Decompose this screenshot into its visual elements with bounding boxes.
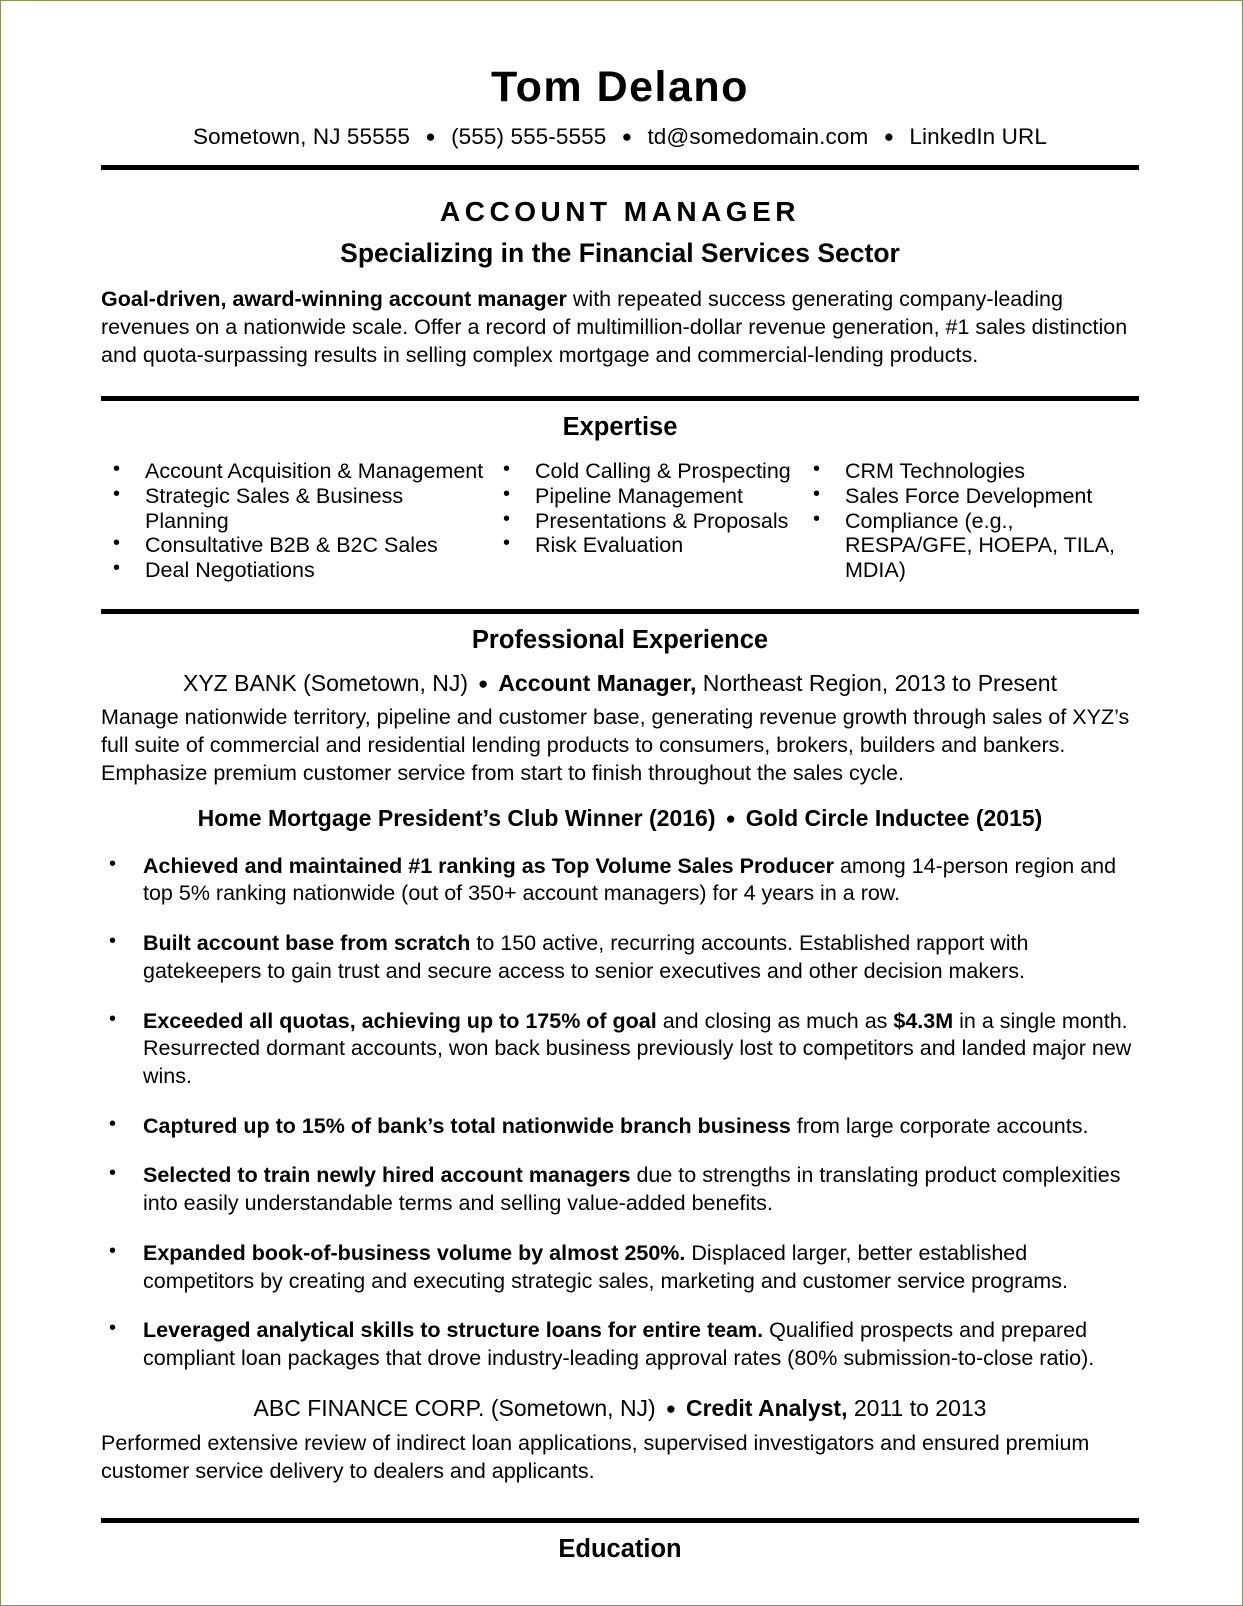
job1-description: Manage nationwide territory, pipeline an… [101, 705, 1130, 785]
contact-linkedin[interactable]: LinkedIn URL [909, 124, 1047, 149]
expertise-list-1: Account Acquisition & Management Strateg… [101, 458, 491, 583]
bullet-separator-icon: ● [883, 127, 895, 147]
list-item: Sales Force Development [801, 483, 1139, 509]
job1-achievement-list: Achieved and maintained #1 ranking as To… [101, 852, 1139, 1373]
achievement-lead: Selected to train newly hired account ma… [143, 1163, 631, 1188]
achievement-body: and closing as much as [656, 1008, 894, 1033]
professional-summary: Goal-driven, award-winning account manag… [101, 286, 1139, 369]
contact-location: Sometown, NJ 55555 [193, 124, 410, 150]
resume-page: Tom Delano Sometown, NJ 55555 ● (555) 55… [0, 0, 1243, 1606]
job-header-2: ABC FINANCE CORP. (Sometown, NJ) ● Credit … [101, 1395, 1139, 1422]
achievement-lead: Leveraged analytical skills to structure… [143, 1318, 764, 1343]
summary-lead-bold: Goal-driven, award-winning account manag… [101, 287, 567, 312]
expertise-columns: Account Acquisition & Management Strateg… [101, 458, 1139, 583]
list-item: Captured up to 15% of bank’s total natio… [101, 1112, 1139, 1141]
achievement-highlight: $4.3M [893, 1008, 954, 1033]
bullet-separator-icon: ● [665, 1398, 676, 1418]
job1-awards: Home Mortgage President’s Club Winner (2… [101, 805, 1139, 832]
candidate-name: Tom Delano [491, 63, 749, 111]
expertise-divider [101, 396, 1139, 402]
target-job-subtitle: Specializing in the Financial Services S… [340, 238, 900, 269]
achievement-body: from large corporate accounts. [790, 1113, 1089, 1138]
list-item: Account Acquisition & Management [101, 458, 491, 484]
achievement-lead: Achieved and maintained #1 ranking as To… [143, 853, 834, 878]
list-item: Consultative B2B & B2C Sales [101, 532, 491, 558]
target-job-title: ACCOUNT MANAGER [440, 196, 800, 228]
job-header-1: XYZ BANK (Sometown, NJ) ● Account Manager,… [101, 670, 1139, 697]
contact-line: Sometown, NJ 55555 ● (555) 555-5555 ● td… [101, 124, 1139, 150]
job2-role-detail: 2011 to 2013 [847, 1394, 987, 1421]
job1-role-detail: Northeast Region, 2013 to Present [696, 670, 1057, 697]
list-item: Strategic Sales & Business Planning [101, 483, 491, 533]
expertise-column-3: CRM Technologies Sales Force Development… [801, 458, 1139, 583]
resume-content: Tom Delano Sometown, NJ 55555 ● (555) 55… [101, 1, 1139, 1564]
achievement-lead: Captured up to 15% of bank’s total natio… [143, 1113, 791, 1138]
list-item: Presentations & Proposals [491, 508, 801, 534]
expertise-list-2: Cold Calling & Prospecting Pipeline Mana… [491, 458, 801, 558]
experience-divider [101, 609, 1139, 615]
section-heading-experience: Professional Experience [471, 626, 769, 655]
achievement-lead: Expanded book-of-business volume by almo… [143, 1240, 686, 1265]
expertise-column-2: Cold Calling & Prospecting Pipeline Mana… [491, 458, 801, 582]
job2-company: ABC FINANCE CORP. (Sometown, NJ) [253, 1394, 656, 1421]
expertise-list-3: CRM Technologies Sales Force Development… [801, 458, 1139, 583]
list-item: Selected to train newly hired account ma… [101, 1161, 1139, 1217]
job2-role: Credit Analyst, [686, 1394, 848, 1421]
contact-phone: (555) 555-5555 [451, 124, 607, 150]
list-item: Compliance (e.g., RESPA/GFE, HOEPA, TILA… [801, 508, 1139, 583]
list-item: Leveraged analytical skills to structure… [101, 1316, 1139, 1372]
job2-description: Performed extensive review of indirect l… [101, 1430, 1090, 1483]
header-divider [101, 165, 1139, 171]
contact-email[interactable]: td@somedomain.com [647, 124, 868, 149]
achievement-lead: Built account base from scratch [143, 931, 471, 956]
award-1: Home Mortgage President’s Club Winner (2… [197, 804, 716, 831]
list-item: Achieved and maintained #1 ranking as To… [101, 852, 1139, 908]
expertise-column-1: Account Acquisition & Management Strateg… [101, 458, 491, 583]
bullet-separator-icon: ● [725, 808, 736, 828]
list-item: Pipeline Management [491, 483, 801, 509]
list-item: Cold Calling & Prospecting [491, 458, 801, 484]
list-item: Exceeded all quotas, achieving up to 175… [101, 1007, 1139, 1091]
list-item: Deal Negotiations [101, 557, 491, 583]
job1-role: Account Manager, [498, 670, 697, 697]
bullet-separator-icon: ● [621, 127, 633, 147]
education-divider [101, 1518, 1139, 1524]
achievement-lead: Exceeded all quotas, achieving up to 175… [143, 1008, 657, 1033]
section-heading-education: Education [558, 1535, 682, 1564]
list-item: Built account base from scratch to 150 a… [101, 929, 1139, 985]
award-2: Gold Circle Inductee (2015) [745, 804, 1043, 831]
job1-company: XYZ BANK (Sometown, NJ) [183, 670, 469, 697]
bullet-separator-icon: ● [478, 674, 489, 694]
list-item: Expanded book-of-business volume by almo… [101, 1239, 1139, 1295]
list-item: CRM Technologies [801, 458, 1139, 484]
section-heading-expertise: Expertise [562, 413, 678, 442]
bullet-separator-icon: ● [425, 127, 436, 147]
list-item: Risk Evaluation [491, 532, 801, 558]
